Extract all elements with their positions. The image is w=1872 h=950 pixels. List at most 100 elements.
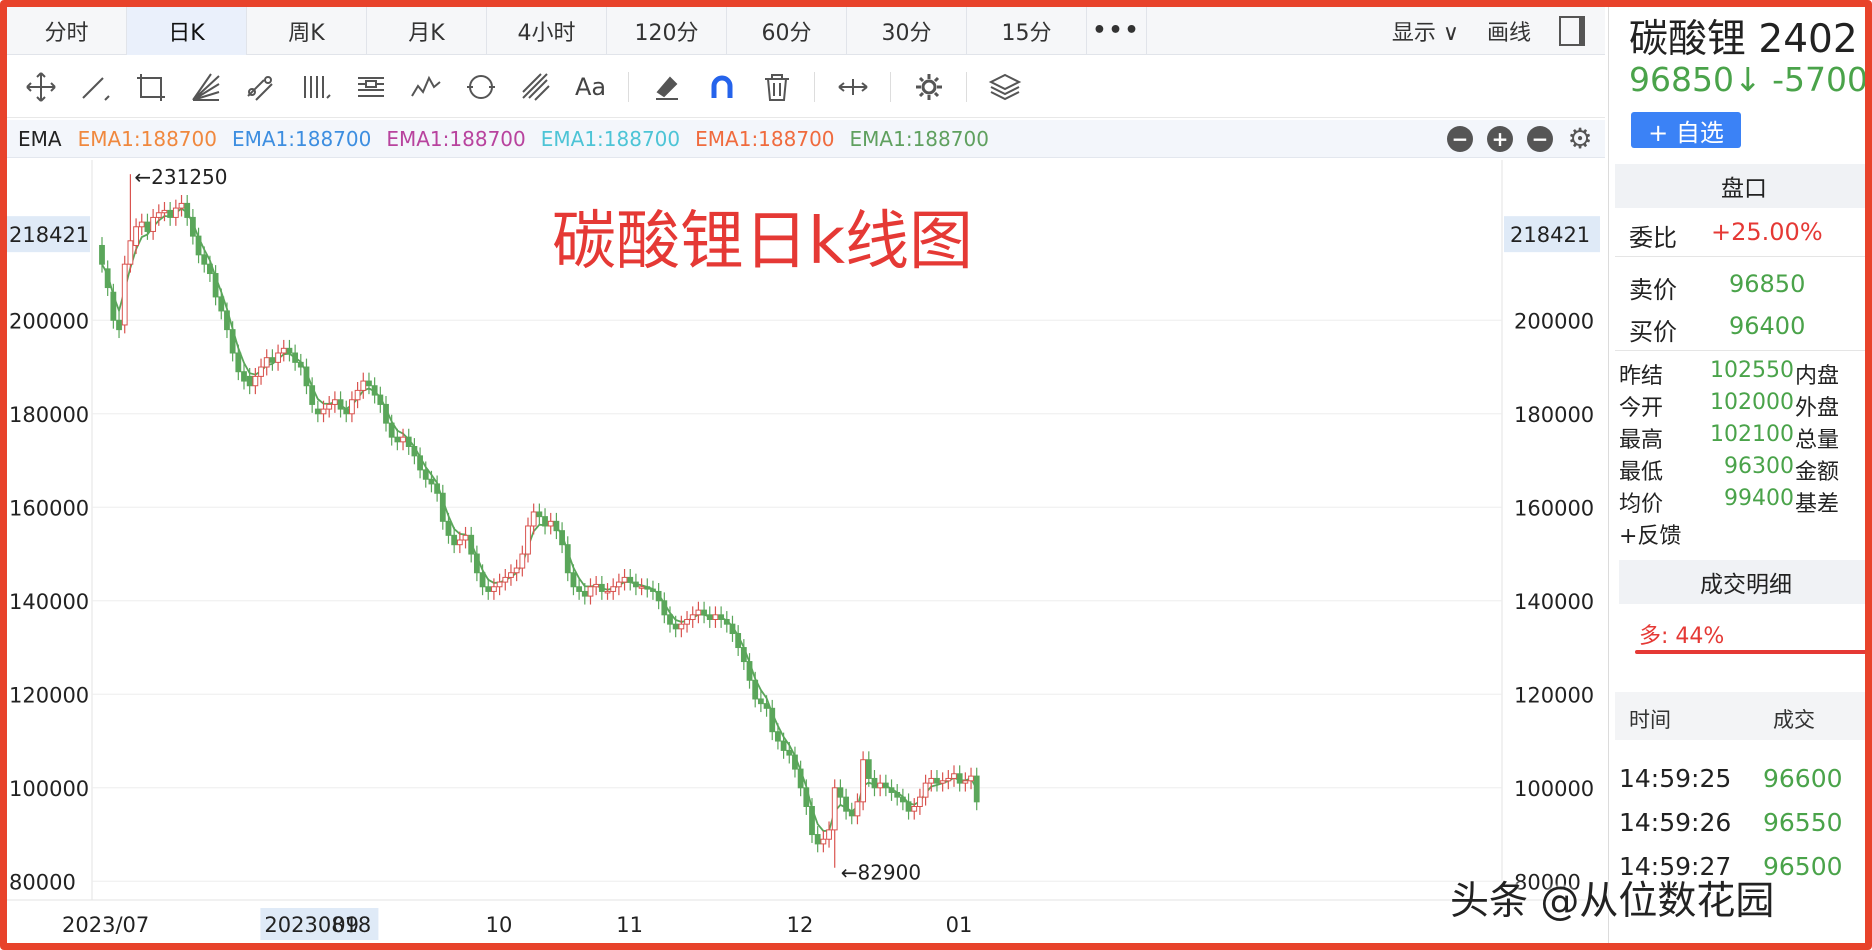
x-tick-label: 12 xyxy=(787,913,814,937)
buy-price-row: 买价 96400 xyxy=(1629,312,1805,347)
candle-body xyxy=(604,590,611,594)
x-tick-label: 11 xyxy=(616,913,643,937)
candle-body xyxy=(121,263,128,326)
candle-body xyxy=(371,385,378,396)
delete-tool[interactable] xyxy=(749,56,804,118)
draw-line-button[interactable]: 画线 xyxy=(1487,15,1531,47)
candle-body xyxy=(383,403,389,424)
candle-body xyxy=(621,576,628,583)
candle xyxy=(706,606,713,628)
x-tick-label: 09 xyxy=(332,913,359,937)
candle-body xyxy=(127,240,134,265)
candle-body xyxy=(525,525,531,555)
buy-label: 买价 xyxy=(1629,318,1677,346)
tab-daily-k[interactable]: 日K xyxy=(127,6,247,55)
eraser-tool[interactable] xyxy=(639,56,694,118)
indicator-settings-icon[interactable]: ⚙ xyxy=(1567,125,1593,153)
wave-tool[interactable] xyxy=(398,56,453,118)
y-tick-label: 140000 xyxy=(9,590,89,614)
fan-lines-icon xyxy=(191,72,220,101)
gann-icon xyxy=(521,72,550,101)
candle xyxy=(689,606,696,628)
watermark: 头条 @从位数花园 xyxy=(1450,879,1775,924)
tab-monthly-k[interactable]: 月K xyxy=(367,6,487,55)
quote-label: 均价 xyxy=(1619,492,1664,517)
candle-body xyxy=(229,329,236,354)
quote-row: 今开 102000 外盘 xyxy=(1619,390,1872,422)
settings-tool[interactable] xyxy=(901,56,956,118)
weibi-row: 委比 +25.00% xyxy=(1629,218,1823,253)
candle-body xyxy=(962,780,969,784)
feedback-link[interactable]: +反馈 xyxy=(1619,518,1872,550)
gann-tool[interactable] xyxy=(508,56,563,118)
text-tool[interactable]: Aa xyxy=(563,56,618,118)
candle xyxy=(615,573,622,596)
collapse-icon[interactable]: − xyxy=(1447,126,1473,152)
candle-body xyxy=(860,759,867,803)
candle-body xyxy=(150,216,157,232)
quote-label: 今开 xyxy=(1619,396,1664,421)
y-tick-label: 100000 xyxy=(9,777,89,801)
tab-weekly-k[interactable]: 周K xyxy=(247,6,367,55)
candle-body xyxy=(706,614,713,620)
candle xyxy=(627,568,634,591)
candle-body xyxy=(508,572,514,578)
candle-body xyxy=(564,544,571,574)
add-indicator-icon[interactable]: + xyxy=(1487,126,1513,152)
candle xyxy=(598,576,605,600)
candle xyxy=(564,536,571,582)
move-tool[interactable] xyxy=(13,56,68,118)
candle-body xyxy=(286,347,293,354)
ema-value-4: EMA1:188700 xyxy=(540,126,681,151)
candle xyxy=(684,611,690,633)
add-watchlist-button[interactable]: + 自选 xyxy=(1631,112,1741,148)
candle xyxy=(371,377,378,404)
low-marker-label: ←82900 xyxy=(841,861,921,885)
candle-body xyxy=(303,366,310,387)
candle-body xyxy=(212,273,219,298)
tab-60min[interactable]: 60分 xyxy=(727,6,847,55)
candle-body xyxy=(314,408,321,415)
trade-detail-header[interactable]: 成交明细 xyxy=(1619,560,1872,604)
tab-30min[interactable]: 30分 xyxy=(847,6,967,55)
layout-toggle-icon[interactable] xyxy=(1559,16,1585,46)
tab-120min[interactable]: 120分 xyxy=(607,6,727,55)
measure-tool[interactable] xyxy=(825,56,880,118)
more-tabs-button[interactable]: ••• xyxy=(1087,6,1147,55)
font-icon: Aa xyxy=(574,72,607,101)
candle-body xyxy=(826,829,832,840)
display-dropdown[interactable]: 显示 ∨ xyxy=(1392,15,1459,47)
layers-tool[interactable] xyxy=(977,56,1032,118)
candle-body xyxy=(803,787,810,807)
candle-body xyxy=(627,576,634,583)
candle xyxy=(439,484,446,530)
cycle-tool[interactable] xyxy=(453,56,508,118)
candle-body xyxy=(491,586,497,592)
candle-body xyxy=(797,768,804,789)
candle-body xyxy=(411,446,418,457)
current-price-label: 218421 xyxy=(9,223,89,247)
tab-fenshi[interactable]: 分时 xyxy=(7,6,127,55)
rect-tool[interactable] xyxy=(123,56,178,118)
channel-tool[interactable] xyxy=(233,56,288,118)
candle-body xyxy=(485,586,492,592)
tab-15min[interactable]: 15分 xyxy=(967,6,1087,55)
kline-chart[interactable]: 80000 80000100000 100000120000 120000140000… xyxy=(7,160,1603,942)
chart-annotation: 碳酸锂日k线图 xyxy=(552,205,973,279)
candle xyxy=(922,774,929,806)
candle xyxy=(939,772,946,792)
remove-indicator-icon[interactable]: − xyxy=(1527,126,1553,152)
magnet-tool[interactable] xyxy=(694,56,749,118)
fan-tool[interactable] xyxy=(178,56,233,118)
fibonacci-tool[interactable] xyxy=(343,56,398,118)
line-tool[interactable] xyxy=(68,56,123,118)
candle-body xyxy=(178,202,185,209)
candle-body xyxy=(848,810,855,817)
vertical-lines-tool[interactable] xyxy=(288,56,343,118)
candle-body xyxy=(275,352,281,363)
candle xyxy=(542,508,548,535)
x-tick-label: 2023/07 xyxy=(62,913,149,937)
pankou-header[interactable]: 盘口 xyxy=(1615,164,1872,208)
candle xyxy=(428,470,435,493)
tab-4hour[interactable]: 4小时 xyxy=(487,6,607,55)
